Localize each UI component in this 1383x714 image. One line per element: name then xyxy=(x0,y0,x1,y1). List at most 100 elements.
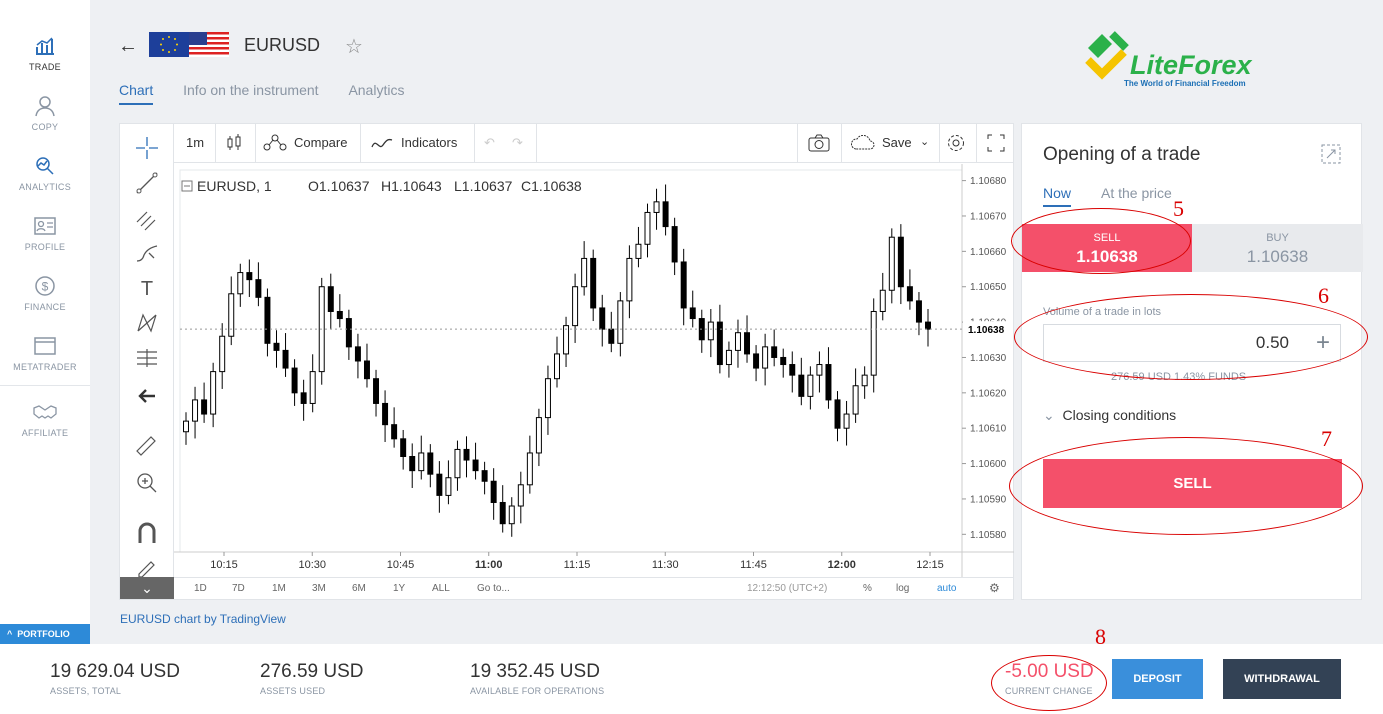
y-tick-label: 1.10600 xyxy=(970,459,1007,470)
auto-toggle[interactable]: auto xyxy=(937,583,956,594)
candle-up xyxy=(508,505,515,525)
svg-text:$: $ xyxy=(42,280,49,294)
assets-total-value: 19 629.04 USD xyxy=(50,661,180,682)
cloud-icon[interactable] xyxy=(850,135,876,151)
sidebar-divider xyxy=(0,385,90,386)
expand-icon[interactable] xyxy=(1321,144,1341,164)
y-tick-label: 1.10590 xyxy=(970,494,1007,505)
tab-now[interactable]: Now xyxy=(1043,185,1072,207)
toolbar-divider xyxy=(536,124,537,163)
zoom-in-icon[interactable] xyxy=(133,469,161,497)
sidebar-item-label: FINANCE xyxy=(24,302,66,312)
sidebar-item-profile[interactable]: PROFILE xyxy=(0,213,90,273)
withdrawal-button[interactable]: WITHDRAWAL xyxy=(1223,659,1341,699)
available-label: AVAILABLE FOR OPERATIONS xyxy=(470,686,605,696)
range-7d[interactable]: 7D xyxy=(232,583,245,594)
candle-down xyxy=(264,296,271,344)
goto-button[interactable]: Go to... xyxy=(477,583,510,594)
chevron-down-icon[interactable]: ⌄ xyxy=(120,577,174,599)
candle-up xyxy=(554,353,560,380)
range-1y[interactable]: 1Y xyxy=(393,583,405,594)
candlestick-plot[interactable]: 1.10580 1.10590 1.10600 1.10610 1.10620 1.106… xyxy=(174,164,1014,578)
candle-down xyxy=(255,279,262,298)
candles-icon[interactable] xyxy=(226,134,242,152)
interval-button[interactable]: 1m xyxy=(186,135,204,150)
range-1m[interactable]: 1M xyxy=(272,583,286,594)
text-tool-icon[interactable]: T xyxy=(133,274,161,302)
arrow-left-icon[interactable] xyxy=(133,382,161,410)
last-price-label: 1.10638 xyxy=(968,325,1005,336)
gear-icon[interactable]: ⚙ xyxy=(989,581,1000,595)
plot-area xyxy=(179,169,963,553)
candle-down xyxy=(499,501,506,525)
chevron-down-icon[interactable]: ⌄ xyxy=(920,135,929,148)
candle-up xyxy=(210,371,217,415)
y-tick-label: 1.10670 xyxy=(970,211,1007,222)
tab-info[interactable]: Info on the instrument xyxy=(183,82,318,103)
range-6m[interactable]: 6M xyxy=(352,583,366,594)
closing-conditions-toggle[interactable]: ⌄ Closing conditions xyxy=(1043,407,1176,424)
legend-symbol: EURUSD, 1 xyxy=(197,178,272,194)
trend-line-icon[interactable] xyxy=(133,169,161,197)
tab-analytics[interactable]: Analytics xyxy=(348,82,404,103)
range-1d[interactable]: 1D xyxy=(194,583,207,594)
back-arrow-icon[interactable]: ← xyxy=(118,35,138,58)
sidebar-item-analytics[interactable]: ANALYTICS xyxy=(0,153,90,213)
deposit-button[interactable]: DEPOSIT xyxy=(1112,659,1203,699)
candle-up xyxy=(418,452,425,472)
buy-quote-button[interactable]: BUY 1.10638 xyxy=(1192,224,1363,272)
tradingview-credit-link[interactable]: EURUSD chart by TradingView xyxy=(120,612,286,626)
sidebar-item-trade[interactable]: TRADE xyxy=(0,33,90,93)
candle-up xyxy=(544,378,551,419)
person-icon xyxy=(35,96,55,117)
sidebar-item-metatrader[interactable]: METATRADER xyxy=(0,333,90,393)
percent-toggle[interactable]: % xyxy=(863,583,872,594)
sidebar-item-copy[interactable]: COPY xyxy=(0,93,90,153)
sidebar-item-affiliate[interactable]: AFFILIATE xyxy=(0,399,90,459)
fullscreen-icon[interactable] xyxy=(987,134,1005,152)
candle-up xyxy=(707,321,714,341)
compare-button[interactable]: Compare xyxy=(294,135,347,150)
candle-down xyxy=(490,480,497,503)
candle-up xyxy=(445,477,452,496)
pattern-icon[interactable] xyxy=(133,309,161,337)
indicators-icon[interactable] xyxy=(371,137,393,149)
toolbar-divider xyxy=(474,124,475,163)
tab-chart[interactable]: Chart xyxy=(119,82,154,105)
magnet-icon[interactable] xyxy=(133,519,161,547)
fib-retracement-icon[interactable] xyxy=(133,204,161,232)
sidebar-item-label: ANALYTICS xyxy=(18,182,72,192)
crosshair-icon[interactable] xyxy=(133,134,161,162)
candle-down xyxy=(354,346,361,362)
candle-down xyxy=(716,321,723,366)
sidebar-item-finance[interactable]: $ FINANCE xyxy=(0,273,90,333)
log-toggle[interactable]: log xyxy=(896,583,909,594)
x-tick-label: 12:15 xyxy=(916,559,944,571)
redo-icon[interactable]: ↷ xyxy=(512,135,523,151)
chart-clock: 12:12:50 (UTC+2) xyxy=(747,583,828,594)
candle-up xyxy=(237,272,244,295)
candle-down xyxy=(345,318,352,348)
chevron-down-icon: ⌄ xyxy=(1043,407,1055,423)
undo-icon[interactable]: ↶ xyxy=(484,135,495,151)
brush-icon[interactable] xyxy=(133,239,161,267)
indicators-button[interactable]: Indicators xyxy=(401,135,457,150)
star-icon[interactable]: ☆ xyxy=(345,34,363,59)
candle-up xyxy=(807,374,814,397)
range-all[interactable]: ALL xyxy=(432,583,450,594)
gear-icon[interactable] xyxy=(946,133,966,153)
prediction-icon[interactable] xyxy=(133,344,161,372)
candle-up xyxy=(517,484,524,507)
save-button[interactable]: Save xyxy=(882,135,912,150)
camera-icon[interactable] xyxy=(808,134,830,152)
sidebar: TRADE COPY ANALYTICS PROFILE $ FINANCE M… xyxy=(0,0,90,644)
annotation-number: 7 xyxy=(1321,426,1332,451)
portfolio-tab[interactable]: ^ PORTFOLIO xyxy=(0,624,90,644)
tab-at-price[interactable]: At the price xyxy=(1101,185,1172,201)
range-3m[interactable]: 3M xyxy=(312,583,326,594)
compare-icon[interactable] xyxy=(263,134,287,152)
sidebar-item-label: COPY xyxy=(31,122,59,132)
ruler-icon[interactable] xyxy=(133,431,161,459)
trade-panel-title: Opening of a trade xyxy=(1043,144,1201,165)
annotation-ring-sell-button xyxy=(1009,437,1363,535)
